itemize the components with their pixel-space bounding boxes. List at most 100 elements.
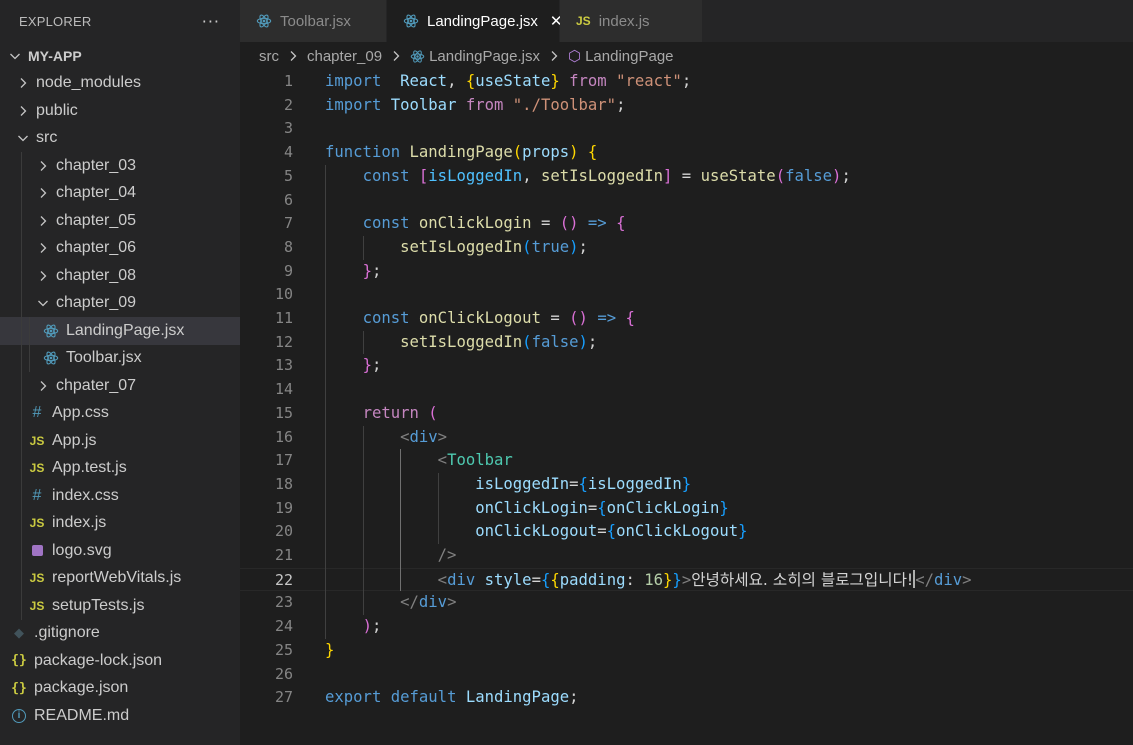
line-number: 4 (283, 143, 293, 162)
code-line[interactable]: 1 import React, {useState} from "react"; (240, 70, 1133, 94)
code-line[interactable]: 6 (240, 189, 1133, 213)
code-line[interactable]: 25} (240, 639, 1133, 663)
editor-tab[interactable]: JS index.js (560, 0, 703, 42)
code-text: <Toolbar (325, 449, 513, 473)
code-line[interactable]: 20 onClickLogout={onClickLogout} (240, 520, 1133, 544)
tree-folder[interactable]: chapter_08 (0, 262, 240, 290)
code-text: import Toolbar from "./Toolbar"; (325, 94, 625, 118)
breadcrumb-item[interactable]: LandingPage (585, 48, 673, 65)
code-token: function (325, 143, 401, 162)
tree-item-label: node_modules (36, 74, 141, 92)
tree-file[interactable]: LandingPage.jsx (0, 317, 240, 345)
code-line[interactable]: 5 const [isLoggedIn, setIsLoggedIn] = us… (240, 165, 1133, 189)
code-line[interactable]: 10 (240, 283, 1133, 307)
css-file-icon: # (32, 486, 42, 504)
tree-folder[interactable]: chapter_09 (0, 290, 240, 318)
tree-file[interactable]: JS index.js (0, 510, 240, 538)
code-token: } (362, 356, 372, 375)
code-line[interactable]: 2 import Toolbar from "./Toolbar"; (240, 94, 1133, 118)
code-line[interactable]: 15 return ( (240, 402, 1133, 426)
code-token: from (569, 72, 607, 90)
tree-folder[interactable]: MY-APP (0, 42, 240, 70)
tree-folder[interactable]: chapter_06 (0, 235, 240, 263)
code-line[interactable]: 22 <div style={{padding: 16}}>안녕하세요. 소히의… (240, 567, 1133, 592)
tree-folder[interactable]: chapter_04 (0, 180, 240, 208)
breadcrumb-item[interactable]: LandingPage.jsx (429, 48, 540, 65)
code-line[interactable]: 17 <Toolbar (240, 449, 1133, 473)
code-line[interactable]: 4 function LandingPage(props) { (240, 141, 1133, 165)
code-line[interactable]: 23 </div> (240, 591, 1133, 615)
code-text: isLoggedIn={isLoggedIn} (325, 473, 691, 497)
line-number: 24 (274, 617, 293, 636)
code-token: return (362, 403, 419, 422)
code-token: from (465, 95, 504, 114)
editor-tab-bar: Toolbar.jsx LandingPage.jsx ✕ JS index.js (240, 0, 1133, 42)
code-token: ; (371, 617, 382, 636)
code-line[interactable]: 27 export default LandingPage; (240, 686, 1133, 710)
chevron-right-icon (34, 378, 52, 394)
code-line[interactable]: 3 (240, 117, 1133, 141)
react-file-icon (403, 13, 419, 29)
tree-file[interactable]: {} package.json (0, 675, 240, 703)
tree-file[interactable]: JS reportWebVitals.js (0, 565, 240, 593)
tree-file[interactable]: # index.css (0, 482, 240, 510)
code-line[interactable]: 9 }; (240, 260, 1133, 284)
tree-file[interactable]: Toolbar.jsx (0, 345, 240, 373)
tree-file[interactable]: logo.svg (0, 537, 240, 565)
breadcrumb-item[interactable]: src (259, 48, 279, 65)
editor-tab[interactable]: Toolbar.jsx (240, 0, 387, 42)
tree-file[interactable]: {} package-lock.json (0, 647, 240, 675)
code-token: > (681, 570, 692, 589)
code-line[interactable]: 8 setIsLoggedIn(true); (240, 236, 1133, 260)
tree-item-label: App.js (52, 431, 97, 449)
tree-folder[interactable]: public (0, 97, 240, 125)
line-number: 18 (274, 474, 293, 493)
more-actions-icon[interactable]: ··· (202, 12, 220, 31)
tree-folder[interactable]: chapter_03 (0, 152, 240, 180)
code-line[interactable]: 16 <div> (240, 426, 1133, 450)
info-file-icon: i (10, 708, 28, 723)
tree-folder[interactable]: chapter_05 (0, 207, 240, 235)
js-file-icon: JS (29, 571, 45, 586)
code-token: = (569, 474, 579, 493)
line-number: 10 (274, 285, 293, 304)
editor-tab[interactable]: LandingPage.jsx ✕ (387, 0, 563, 42)
code-text: const onClickLogin = () => { (325, 212, 626, 236)
code-line[interactable]: 11 const onClickLogout = () => { (240, 307, 1133, 331)
tree-file[interactable]: JS App.test.js (0, 455, 240, 483)
tree-file[interactable]: i README.md (0, 702, 240, 730)
code-line[interactable]: 13 }; (240, 354, 1133, 378)
code-token: React (400, 72, 448, 90)
code-line[interactable]: 7 const onClickLogin = () => { (240, 212, 1133, 236)
code-line[interactable]: 18 isLoggedIn={isLoggedIn} (240, 473, 1133, 497)
tree-item-label: .gitignore (34, 624, 100, 642)
code-line[interactable]: 26 (240, 663, 1133, 687)
code-line[interactable]: 12 setIsLoggedIn(false); (240, 331, 1133, 355)
code-line[interactable]: 21 /> (240, 544, 1133, 568)
line-number: 27 (274, 688, 293, 707)
tree-folder[interactable]: src (0, 125, 240, 153)
tree-file[interactable]: # App.css (0, 400, 240, 428)
tree-file[interactable]: ◆ .gitignore (0, 620, 240, 648)
tree-file[interactable]: JS App.js (0, 427, 240, 455)
tree-file[interactable]: JS setupTests.js (0, 592, 240, 620)
code-line[interactable]: 19 onClickLogin={onClickLogin} (240, 497, 1133, 521)
code-token: onClickLogin (475, 498, 588, 517)
code-line[interactable]: 14 (240, 378, 1133, 402)
tree-folder[interactable]: node_modules (0, 70, 240, 98)
breadcrumb-item[interactable]: chapter_09 (307, 48, 382, 65)
tree-folder[interactable]: chpater_07 (0, 372, 240, 400)
code-token: const (362, 166, 410, 185)
code-text: } (325, 639, 334, 663)
code-token: onClickLogout (475, 522, 598, 541)
code-token: style (484, 570, 532, 589)
line-number: 1 (283, 72, 293, 90)
code-editor[interactable]: 1 import React, {useState} from "react"; 2… (240, 70, 1133, 745)
code-line[interactable]: 24 ); (240, 615, 1133, 639)
line-number: 11 (274, 309, 293, 327)
